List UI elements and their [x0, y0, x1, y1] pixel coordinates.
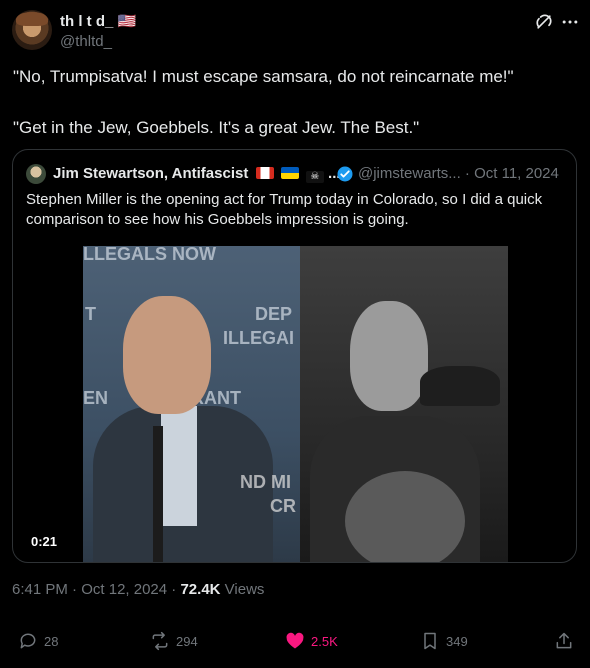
bookmark-icon [424, 632, 436, 650]
author-handle[interactable]: @thltd_ [60, 33, 112, 50]
canada-flag-icon [255, 167, 274, 179]
video-duration: 0:21 [31, 534, 58, 549]
tweet-date[interactable]: Oct 12, 2024 [81, 581, 167, 598]
sign-text: EN [83, 388, 109, 408]
quoted-handle-and-date: @jimstewarts... · Oct 11, 2024 [358, 165, 559, 182]
bookmark-count: 349 [446, 633, 468, 649]
quoted-author-avatar[interactable] [26, 164, 46, 184]
heart-icon [286, 632, 304, 649]
author-display-name[interactable]: th l t d_ 🇺🇸 [60, 12, 136, 30]
share-icon [556, 632, 572, 649]
views-count: 72.4K [180, 581, 221, 598]
quoted-author-name[interactable]: Jim Stewartson, Antifascist ☠ ... [53, 165, 341, 183]
quoted-handle[interactable]: @jimstewarts... [358, 165, 461, 182]
us-flag-icon: 🇺🇸 [117, 13, 137, 30]
ukraine-flag-icon [280, 167, 299, 179]
pirate-flag-icon: ☠ [305, 171, 324, 183]
sign-text: ND MI [240, 472, 291, 492]
speaker-shirt [161, 406, 197, 526]
reply-button[interactable]: 28 [18, 630, 58, 652]
tweet-text-line-1: "No, Trumpisatva! I must escape samsara,… [13, 67, 514, 86]
reply-icon [20, 633, 36, 649]
tweet-text-line-2: "Get in the Jew, Goebbels. It's a great … [13, 118, 420, 137]
microphone [153, 426, 163, 562]
historical-figure-face [350, 301, 428, 411]
sign-text: ILLEGAI [223, 328, 294, 348]
share-button[interactable] [554, 630, 580, 652]
like-button[interactable]: 2.5K [285, 630, 338, 652]
more-options-icon[interactable] [560, 12, 580, 32]
grok-icon[interactable] [534, 12, 554, 32]
like-count: 2.5K [311, 633, 338, 649]
sign-text: T [85, 304, 96, 324]
video-frame-right: ND MI CR [240, 246, 508, 562]
sign-text: CR [270, 496, 296, 516]
helmet-foreground [345, 471, 465, 562]
quoted-date[interactable]: Oct 11, 2024 [474, 165, 559, 182]
tweet-time[interactable]: 6:41 PM [12, 581, 68, 598]
quoted-tweet-text: Stephen Miller is the opening act for Tr… [26, 191, 543, 228]
video-frame-left: LLEGALS NOW T DEP ILLEGAI EN RANT E [83, 246, 300, 562]
officer-cap [420, 366, 500, 406]
tweet-timestamp-and-views: 6:41 PM · Oct 12, 2024 · 72.4K Views [12, 581, 265, 598]
author-avatar[interactable] [12, 10, 52, 50]
repost-button[interactable]: 294 [150, 630, 198, 652]
speaker-face [123, 296, 211, 414]
reply-count: 28 [44, 633, 59, 649]
repost-count: 294 [176, 633, 198, 649]
video-player[interactable]: LLEGALS NOW T DEP ILLEGAI EN RANT E ND M… [83, 246, 508, 562]
bookmark-button[interactable]: 349 [420, 630, 468, 652]
sign-text: DEP [255, 304, 293, 324]
repost-icon [152, 631, 168, 651]
sign-text: LLEGALS NOW [83, 246, 216, 264]
verified-badge-icon [337, 166, 353, 182]
views-label: Views [224, 581, 265, 598]
